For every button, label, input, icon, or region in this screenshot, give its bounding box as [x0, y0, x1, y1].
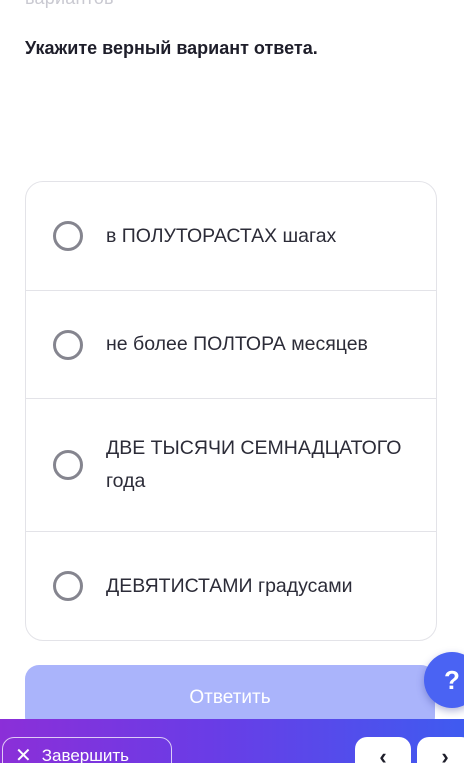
answer-options: в ПОЛУТОРАСТАХ шагах не более ПОЛТОРА ме… — [25, 181, 437, 641]
answer-option[interactable]: ДЕВЯТИСТАМИ градусами — [26, 532, 436, 640]
question-mark-icon: ? — [444, 664, 460, 695]
bottom-navigation-bar: ✕ Завершить ‹ › — [0, 719, 464, 763]
previous-question-button[interactable]: ‹ — [355, 737, 411, 763]
close-icon: ✕ — [15, 745, 32, 763]
question-prompt: Укажите верный вариант ответа. — [25, 38, 318, 58]
answer-option[interactable]: не более ПОЛТОРА месяцев — [26, 291, 436, 399]
answer-option[interactable]: ДВЕ ТЫСЯЧИ СЕМНАДЦАТОГО года — [26, 399, 436, 532]
answer-label: не более ПОЛТОРА месяцев — [106, 333, 368, 355]
radio-icon[interactable] — [53, 329, 83, 360]
chevron-right-icon: › — [441, 744, 449, 763]
answer-label: в ПОЛУТОРАСТАХ шагах — [106, 224, 337, 247]
section-header: вариантов — [25, 0, 114, 9]
answer-label: ДЕВЯТИСТАМИ градусами — [106, 574, 353, 597]
radio-icon[interactable] — [53, 221, 83, 251]
chevron-left-icon: ‹ — [379, 744, 387, 763]
answer-label: ДВЕ ТЫСЯЧИ СЕМНАДЦАТОГО года — [106, 437, 402, 492]
radio-icon[interactable] — [53, 571, 83, 601]
answer-option[interactable]: в ПОЛУТОРАСТАХ шагах — [26, 182, 436, 291]
finish-button[interactable]: ✕ Завершить — [2, 737, 172, 763]
finish-label: Завершить — [41, 746, 130, 763]
test-screen: вариантов Укажите верный вариант ответа.… — [0, 0, 464, 763]
radio-icon[interactable] — [53, 450, 83, 480]
next-question-button[interactable]: › — [417, 737, 464, 763]
